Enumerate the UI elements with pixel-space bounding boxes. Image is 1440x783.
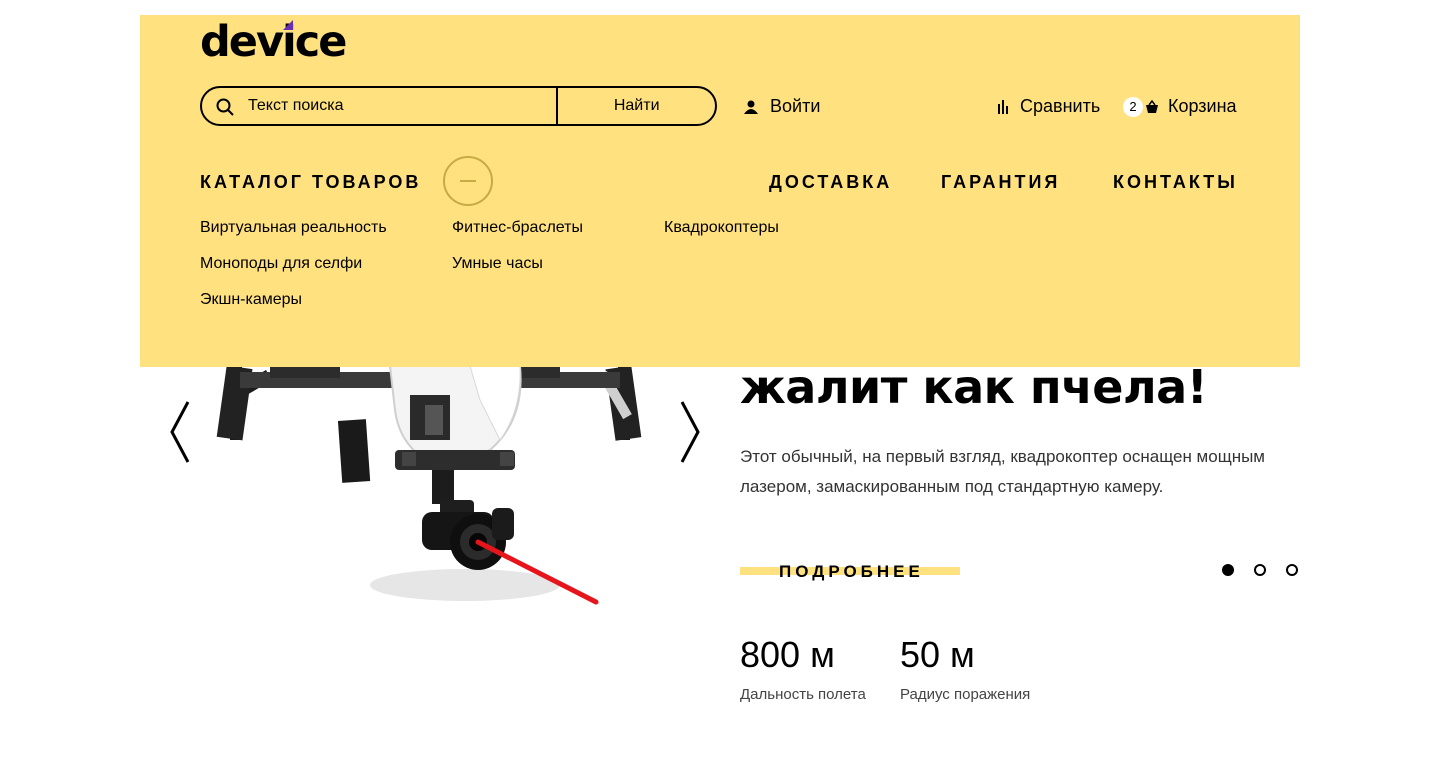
- slide-description: Этот обычный, на первый взгляд, квадроко…: [740, 447, 1265, 496]
- nav-warranty[interactable]: ГАРАНТИЯ: [941, 172, 1060, 193]
- stat-radius-caption: Радиус поражения: [900, 686, 1031, 703]
- catalog-item-action-cameras[interactable]: Экшн-камеры: [200, 291, 302, 309]
- more-button[interactable]: ПОДРОБНЕЕ: [740, 560, 960, 584]
- cart-count-badge: 2: [1123, 96, 1143, 117]
- slider-dot-2[interactable]: [1254, 564, 1266, 576]
- catalog-item-selfie-sticks[interactable]: Моноподы для селфи: [200, 255, 362, 273]
- cart-label: Корзина: [1168, 96, 1237, 116]
- more-button-label: ПОДРОБНЕЕ: [779, 562, 924, 581]
- slider-pagination: [1222, 564, 1298, 576]
- catalog-item-smart-watches[interactable]: Умные часы: [452, 255, 543, 273]
- header-catalog-panel: device Найти Войти Сравнить 2 Корзина: [140, 15, 1300, 367]
- stat-range-value: 800 м: [740, 634, 835, 675]
- slider-next-arrow-icon[interactable]: [678, 400, 702, 464]
- search-button[interactable]: Найти: [556, 88, 715, 124]
- stat-range-caption: Дальность полета: [740, 686, 866, 703]
- slider-prev-arrow-icon[interactable]: [168, 400, 192, 464]
- stat-range: 800 м Дальность полета: [740, 634, 866, 703]
- catalog-item-fitness-bands[interactable]: Фитнес-браслеты: [452, 219, 583, 237]
- cart-link[interactable]: 2 Корзина: [1123, 96, 1237, 117]
- slider-dot-1[interactable]: [1222, 564, 1234, 576]
- compare-link[interactable]: Сравнить: [998, 96, 1100, 117]
- search-input[interactable]: [202, 88, 557, 124]
- catalog-collapse-toggle[interactable]: [443, 156, 493, 206]
- catalog-item-vr[interactable]: Виртуальная реальность: [200, 219, 387, 237]
- search-form: Найти: [200, 86, 717, 126]
- compare-icon: [998, 99, 1008, 114]
- logo-accent: [283, 20, 293, 30]
- stat-radius: 50 м Радиус поражения: [900, 634, 1030, 703]
- stat-radius-value: 50 м: [900, 634, 975, 675]
- user-icon: [744, 100, 758, 114]
- slide-title: жалит как пчела!: [740, 360, 1208, 414]
- login-label: Войти: [770, 96, 821, 116]
- catalog-title[interactable]: КАТАЛОГ ТОВАРОВ: [200, 172, 421, 193]
- login-link[interactable]: Войти: [744, 96, 820, 117]
- slider-dot-3[interactable]: [1286, 564, 1298, 576]
- search-icon: [216, 98, 234, 116]
- catalog-item-quadcopters[interactable]: Квадрокоптеры: [664, 219, 779, 237]
- cart-icon: [1146, 99, 1158, 113]
- nav-delivery[interactable]: ДОСТАВКА: [769, 172, 892, 193]
- compare-label: Сравнить: [1020, 96, 1101, 116]
- nav-contacts[interactable]: КОНТАКТЫ: [1113, 172, 1238, 193]
- logo[interactable]: device: [200, 17, 347, 67]
